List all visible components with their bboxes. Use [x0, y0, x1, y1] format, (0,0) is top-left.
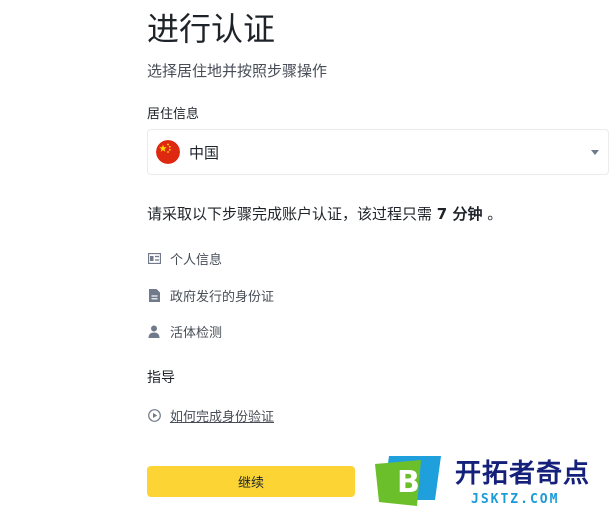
china-flag-icon	[156, 140, 180, 164]
step-label: 活体检测	[170, 325, 223, 341]
watermark-site: JSKTZ.COM	[471, 492, 560, 507]
page-title: 进行认证	[147, 10, 276, 48]
guide-heading: 指导	[147, 370, 175, 386]
notice-text: 请采取以下步骤完成账户认证，该过程只需	[147, 205, 433, 223]
chevron-down-icon	[591, 150, 599, 155]
time-notice: 请采取以下步骤完成账户认证，该过程只需 7 分钟 。	[147, 203, 502, 225]
step-label: 个人信息	[170, 252, 223, 268]
step-liveness-check: 活体检测	[147, 321, 222, 341]
id-card-icon	[147, 251, 161, 265]
guide-link-label: 如何完成身份验证	[170, 409, 275, 425]
watermark-logo: B	[375, 456, 441, 506]
step-label: 政府发行的身份证	[170, 289, 275, 305]
verification-guide-link[interactable]: 如何完成身份验证	[147, 405, 274, 425]
residence-label: 居住信息	[147, 107, 200, 122]
document-icon	[147, 288, 161, 302]
svg-text:B: B	[397, 465, 420, 500]
watermark-name: 开拓者奇点	[455, 459, 591, 489]
play-circle-icon	[147, 408, 161, 422]
page-subtitle: 选择居住地并按照步骤操作	[147, 62, 328, 80]
notice-suffix: 。	[487, 205, 503, 223]
site-watermark: B 开拓者奇点 JSKTZ.COM	[375, 456, 616, 513]
country-select[interactable]: 中国	[147, 129, 609, 175]
continue-button[interactable]: 继续	[147, 466, 355, 497]
step-personal-info: 个人信息	[147, 248, 222, 268]
person-icon	[147, 324, 161, 338]
notice-duration: 7 分钟	[436, 205, 483, 223]
step-government-id: 政府发行的身份证	[147, 285, 274, 305]
selected-country: 中国	[189, 143, 220, 162]
